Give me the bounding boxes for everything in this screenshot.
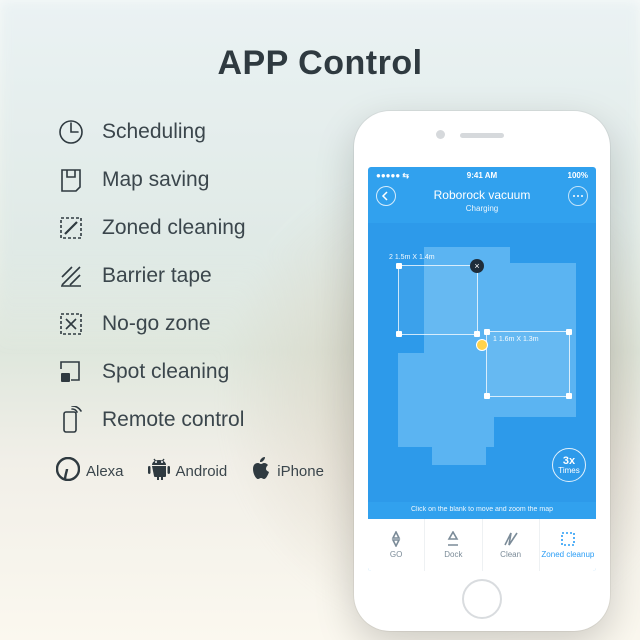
save-icon	[56, 165, 86, 195]
compat-alexa: Alexa	[56, 457, 124, 485]
feature-barrier-tape: Barrier tape	[56, 261, 324, 291]
apple-icon	[251, 457, 271, 485]
feature-spot-cleaning: Spot cleaning	[56, 357, 324, 387]
alexa-icon	[56, 457, 80, 485]
page-title: APP Control	[0, 0, 640, 83]
compat-label: Alexa	[86, 463, 124, 480]
feature-label: Map saving	[102, 168, 209, 192]
remote-icon	[56, 405, 86, 435]
compat-row: Alexa Android iPhone	[56, 457, 324, 485]
tab-go[interactable]: GO	[368, 519, 425, 571]
status-carrier: ●●●●● ⇆	[376, 171, 409, 180]
more-button[interactable]	[568, 186, 588, 206]
times-button[interactable]: 3xTimes	[552, 448, 586, 482]
zone-1[interactable]: 2 1.5m X 1.4m ×	[398, 265, 478, 335]
tab-clean[interactable]: Clean	[483, 519, 540, 571]
feature-scheduling: Scheduling	[56, 117, 324, 147]
status-battery: 100%	[568, 171, 588, 180]
feature-label: No-go zone	[102, 312, 211, 336]
compat-android: Android	[148, 457, 228, 485]
zone-2[interactable]: 1 1.6m X 1.3m	[486, 331, 570, 397]
android-icon	[148, 457, 170, 485]
hatch-icon	[56, 261, 86, 291]
robot-location-icon	[476, 339, 488, 351]
map-area[interactable]: 2 1.5m X 1.4m × 1 1.6m X 1.3m 3xTimes	[368, 223, 596, 502]
device-name: Roborock vacuum	[368, 188, 596, 202]
feature-remote-control: Remote control	[56, 405, 324, 435]
feature-list: Scheduling Map saving Zoned cleaning Bar…	[56, 111, 324, 631]
device-status: Charging	[368, 204, 596, 213]
status-time: 9:41 AM	[467, 171, 497, 180]
compat-label: iPhone	[277, 463, 324, 480]
title-bar: Roborock vacuum Charging	[368, 182, 596, 223]
feature-map-saving: Map saving	[56, 165, 324, 195]
tab-zoned-cleanup[interactable]: Zoned cleanup	[540, 519, 596, 571]
zone-label: 2 1.5m X 1.4m	[389, 254, 435, 261]
feature-zoned-cleaning: Zoned cleaning	[56, 213, 324, 243]
bottom-tabs: GO Dock Clean Zoned cleanup	[368, 519, 596, 571]
feature-no-go-zone: No-go zone	[56, 309, 324, 339]
app-screen: ●●●●● ⇆ 9:41 AM 100% Roborock vacuum Cha…	[368, 167, 596, 571]
feature-label: Spot cleaning	[102, 360, 229, 384]
close-icon[interactable]: ×	[470, 259, 484, 273]
clock-icon	[56, 117, 86, 147]
back-button[interactable]	[376, 186, 396, 206]
zone-label: 1 1.6m X 1.3m	[493, 336, 539, 343]
compat-label: Android	[176, 463, 228, 480]
phone-mockup: ●●●●● ⇆ 9:41 AM 100% Roborock vacuum Cha…	[354, 111, 610, 631]
feature-label: Zoned cleaning	[102, 216, 246, 240]
feature-label: Barrier tape	[102, 264, 212, 288]
feature-label: Scheduling	[102, 120, 206, 144]
feature-label: Remote control	[102, 408, 244, 432]
tab-dock[interactable]: Dock	[425, 519, 482, 571]
map-hint: Click on the blank to move and zoom the …	[368, 502, 596, 519]
edit-square-icon	[56, 213, 86, 243]
spot-icon	[56, 357, 86, 387]
compat-iphone: iPhone	[251, 457, 324, 485]
status-bar: ●●●●● ⇆ 9:41 AM 100%	[368, 167, 596, 182]
home-button[interactable]	[462, 579, 502, 619]
x-square-icon	[56, 309, 86, 339]
